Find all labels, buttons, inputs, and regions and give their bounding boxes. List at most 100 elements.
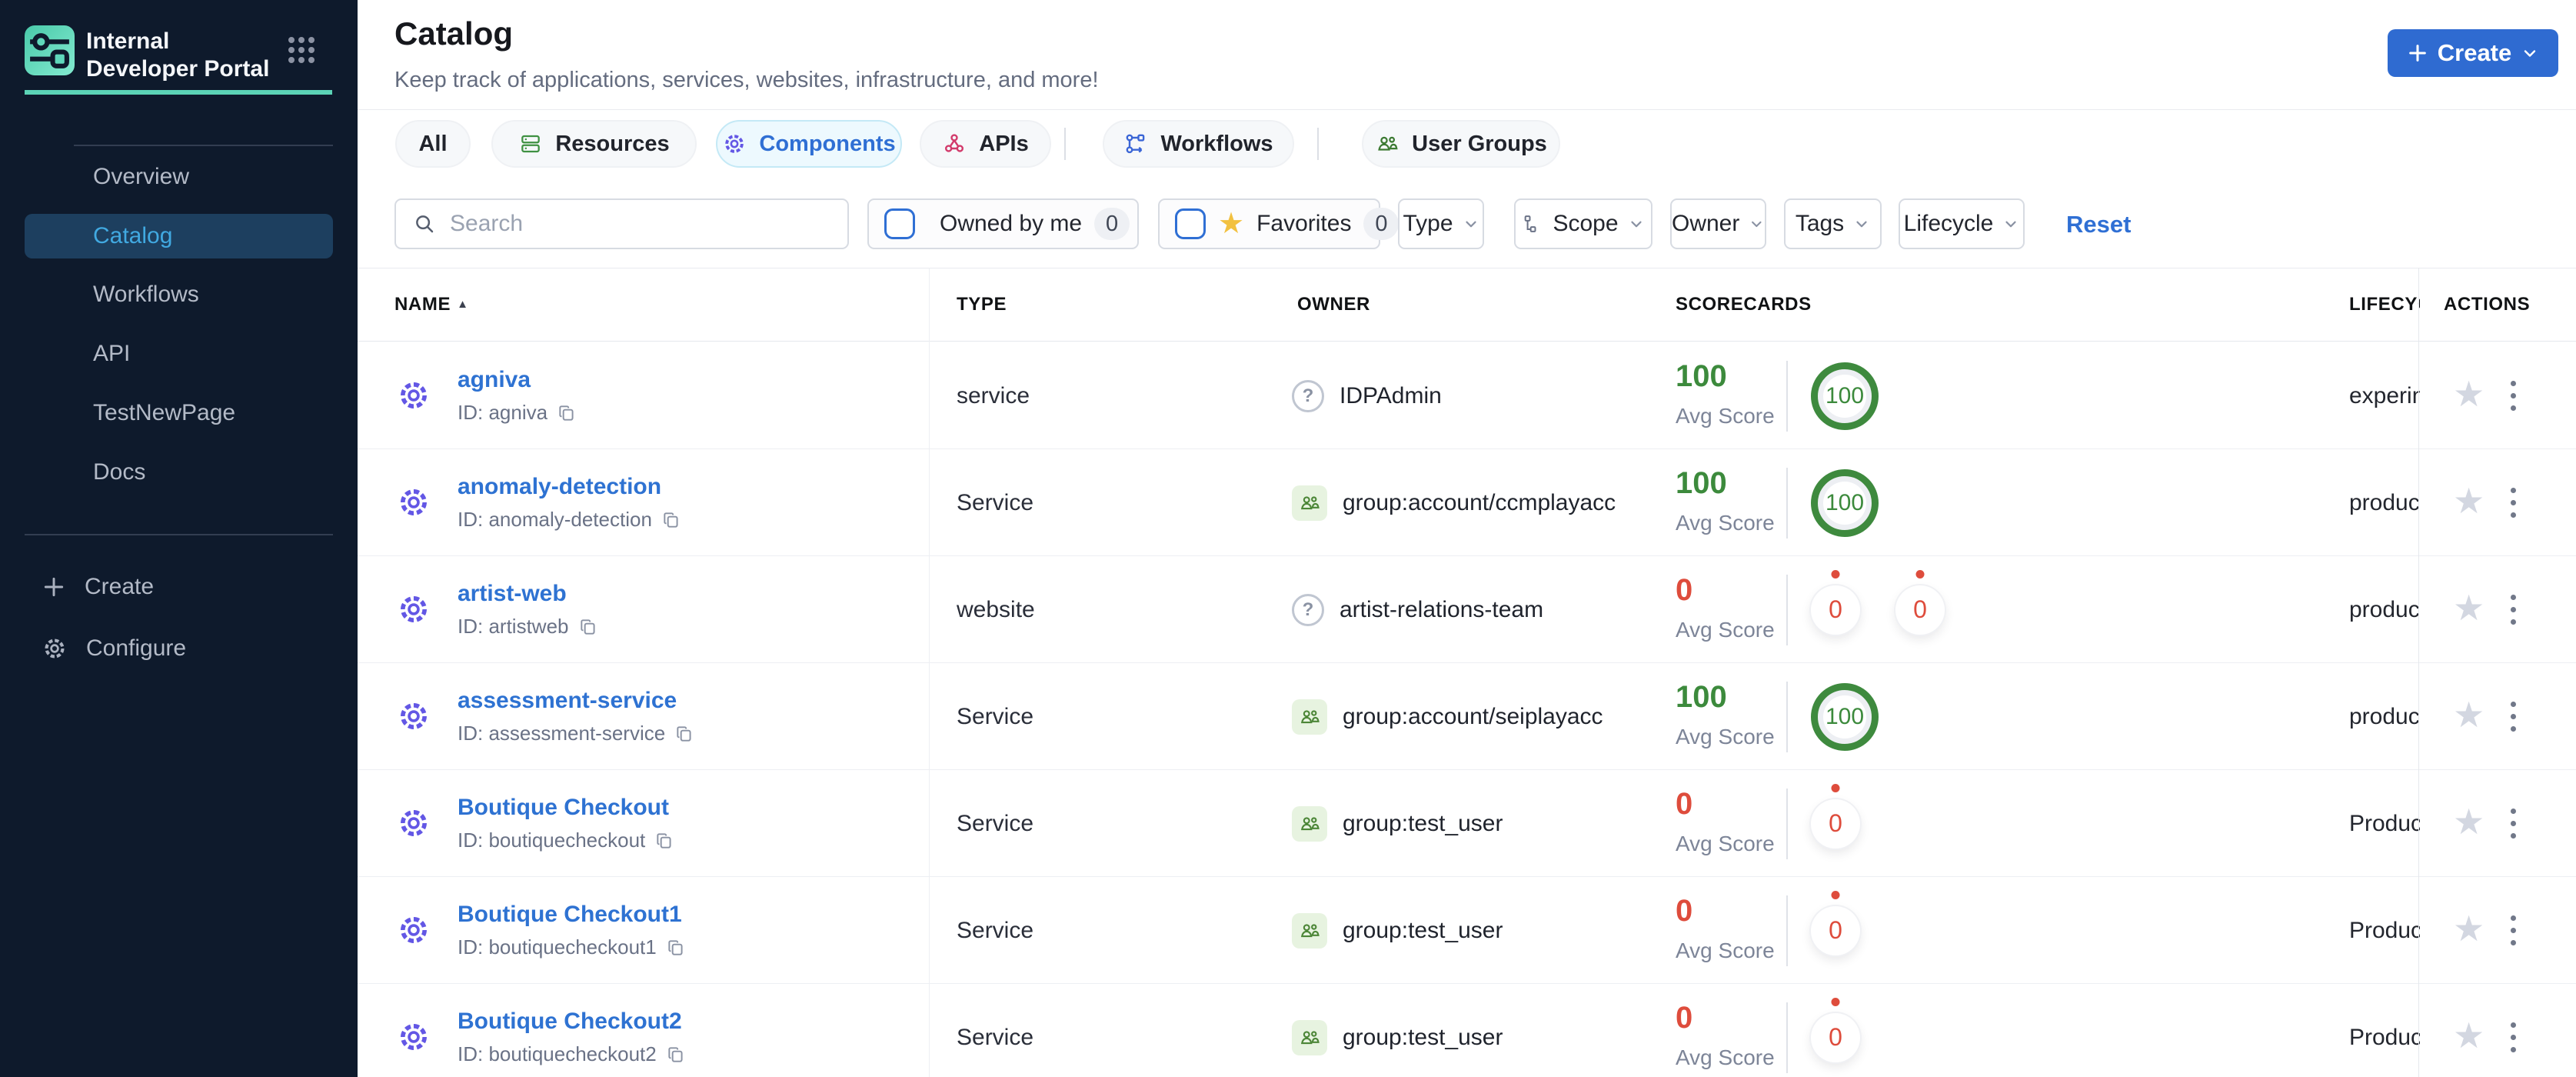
avg-score-label: Avg Score: [1676, 404, 1775, 428]
scope-dropdown[interactable]: Scope: [1514, 198, 1652, 249]
chevron-down-icon: [2005, 221, 2016, 228]
help-circle-icon: ?: [1292, 379, 1324, 412]
favorite-star-icon[interactable]: ★: [2453, 376, 2484, 412]
scorecard-divider: [1786, 361, 1788, 432]
type-dropdown[interactable]: Type: [1398, 198, 1484, 249]
owned-by-me-checkbox[interactable]: [884, 208, 915, 239]
kebab-menu-icon[interactable]: [2508, 699, 2519, 735]
kebab-menu-icon[interactable]: [2508, 378, 2519, 414]
entity-name-link[interactable]: anomaly-detection: [458, 474, 661, 500]
alert-dot: [1831, 997, 1840, 1006]
scorecard-badges: 0: [1811, 984, 1860, 1077]
scorecard-badge: 100: [1811, 362, 1879, 430]
table-row[interactable]: artist-web ID: artistweb website ? artis…: [358, 556, 2576, 663]
sidebar-item-overview[interactable]: Overview: [25, 155, 333, 199]
component-gear-icon: [396, 699, 431, 734]
kebab-menu-icon[interactable]: [2508, 805, 2519, 842]
user-group-icon: [1292, 699, 1327, 735]
sidebar-divider-top: [74, 145, 333, 146]
copy-icon[interactable]: [654, 831, 674, 851]
tab-all[interactable]: All: [395, 120, 471, 168]
tab-workflows[interactable]: Workflows: [1103, 120, 1294, 168]
reset-filters-link[interactable]: Reset: [2066, 211, 2131, 238]
column-header-name[interactable]: NAME ▲: [394, 294, 469, 315]
owner-name: artist-relations-team: [1340, 596, 1544, 622]
tab-components[interactable]: Components: [716, 120, 902, 168]
star-icon: ★: [1218, 208, 1245, 240]
owner-name: group:account/seiplayacc: [1343, 703, 1603, 729]
scorecard-badge: 0: [1895, 569, 1945, 635]
sidebar-item-docs[interactable]: Docs: [25, 450, 333, 495]
owner-name: IDPAdmin: [1340, 382, 1442, 408]
sidebar-item-api[interactable]: API: [25, 332, 333, 376]
tags-dropdown[interactable]: Tags: [1784, 198, 1882, 249]
entity-name-link[interactable]: Boutique Checkout: [458, 795, 669, 821]
sidebar-item-label: API: [93, 341, 131, 366]
sidebar-item-testnewpage[interactable]: TestNewPage: [25, 391, 333, 435]
app-grid-icon[interactable]: [288, 37, 316, 65]
table-row[interactable]: Boutique Checkout2 ID: boutiquecheckout2…: [358, 984, 2576, 1077]
table-row[interactable]: Boutique Checkout ID: boutiquecheckout S…: [358, 770, 2576, 877]
tab-resources[interactable]: Resources: [491, 120, 697, 168]
entity-name-link[interactable]: assessment-service: [458, 688, 677, 714]
entity-id: ID: agniva: [458, 401, 548, 424]
favorite-star-icon[interactable]: ★: [2453, 804, 2484, 839]
sidebar-create-button[interactable]: Create: [25, 565, 333, 609]
lifecycle-value: Produc: [2349, 811, 2420, 836]
entity-name-link[interactable]: Boutique Checkout2: [458, 1009, 682, 1035]
search-input[interactable]: [448, 210, 820, 238]
sidebar-item-catalog[interactable]: Catalog: [25, 214, 333, 258]
owner-dropdown[interactable]: Owner: [1670, 198, 1766, 249]
component-gear-icon: [396, 805, 431, 841]
alert-dot: [1831, 569, 1840, 579]
scorecard-badges: 00: [1811, 556, 1945, 663]
kebab-menu-icon[interactable]: [2508, 912, 2519, 949]
tab-user-groups[interactable]: User Groups: [1362, 120, 1560, 168]
kebab-menu-icon[interactable]: [2508, 592, 2519, 628]
favorite-star-icon[interactable]: ★: [2453, 483, 2484, 518]
copy-icon[interactable]: [557, 403, 577, 423]
favorite-star-icon[interactable]: ★: [2453, 697, 2484, 732]
sort-ascending-icon: ▲: [457, 298, 469, 311]
owner-name: group:test_user: [1343, 810, 1503, 836]
copy-icon[interactable]: [666, 1045, 686, 1065]
component-gear-icon: [396, 592, 431, 627]
kebab-menu-icon[interactable]: [2508, 1019, 2519, 1055]
entity-id: ID: boutiquecheckout: [458, 829, 646, 852]
sidebar-item-label: TestNewPage: [93, 400, 236, 425]
kebab-menu-icon[interactable]: [2508, 485, 2519, 521]
entity-name-link[interactable]: Boutique Checkout1: [458, 902, 682, 928]
table-row[interactable]: agniva ID: agniva service ? IDPAdmin 100…: [358, 342, 2576, 449]
scorecard-badges: 100: [1811, 449, 1879, 556]
avg-score-value: 100: [1676, 680, 1727, 714]
favorite-star-icon[interactable]: ★: [2453, 590, 2484, 625]
owned-by-me-filter[interactable]: Owned by me 0: [867, 198, 1139, 249]
table-row[interactable]: anomaly-detection ID: anomaly-detection …: [358, 449, 2576, 556]
entity-name-link[interactable]: artist-web: [458, 581, 567, 607]
entity-owner: ? group:test_user: [1292, 770, 1503, 877]
favorites-checkbox[interactable]: [1175, 208, 1206, 239]
lifecycle-dropdown[interactable]: Lifecycle: [1899, 198, 2025, 249]
sidebar-item-workflows[interactable]: Workflows: [25, 272, 333, 317]
tab-apis[interactable]: APIs: [920, 120, 1051, 168]
copy-icon[interactable]: [674, 724, 694, 744]
column-header-lifecycle: LIFECYC: [2349, 294, 2420, 315]
favorites-filter[interactable]: ★ Favorites 0: [1158, 198, 1399, 249]
sidebar-item-label: Workflows: [93, 282, 199, 307]
favorite-star-icon[interactable]: ★: [2453, 1018, 2484, 1053]
sidebar-configure-button[interactable]: Configure: [25, 626, 333, 671]
server-stack-icon: [521, 135, 541, 153]
table-row[interactable]: Boutique Checkout1 ID: boutiquecheckout1…: [358, 877, 2576, 984]
plus-icon: [44, 577, 64, 597]
copy-icon[interactable]: [578, 617, 598, 637]
scorecard-divider: [1786, 789, 1788, 859]
favorite-star-icon[interactable]: ★: [2453, 911, 2484, 946]
copy-icon[interactable]: [666, 938, 686, 958]
user-group-icon: [1292, 912, 1327, 949]
copy-icon[interactable]: [661, 510, 681, 530]
entity-name-link[interactable]: agniva: [458, 367, 531, 393]
table-row[interactable]: assessment-service ID: assessment-servic…: [358, 663, 2576, 770]
tab-label: Resources: [555, 131, 670, 156]
user-group-icon: [1292, 805, 1327, 842]
create-button[interactable]: Create: [2388, 29, 2558, 77]
